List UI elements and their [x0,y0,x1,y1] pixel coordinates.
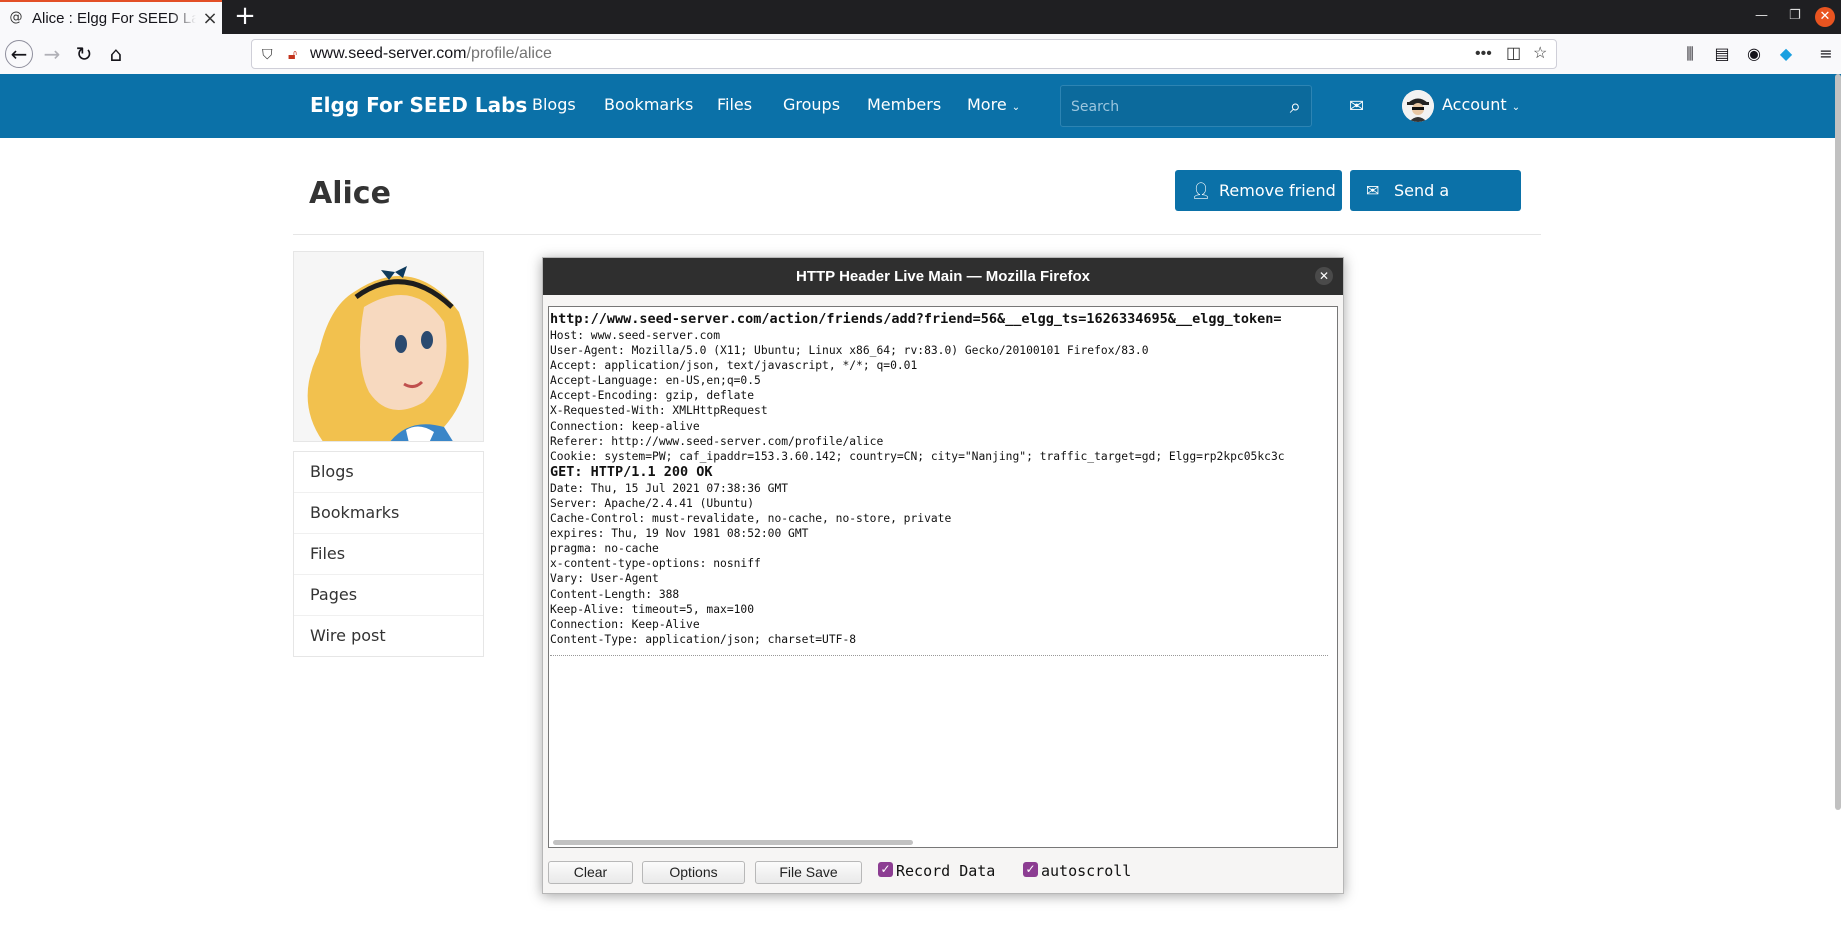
pocket-icon[interactable]: ◫ [1506,40,1521,68]
response-header-line: Server: Apache/2.4.41 (Ubuntu) [550,496,755,510]
owner-menu-files[interactable]: Files [294,534,483,575]
request-header-line: Accept-Language: en-US,en;q=0.5 [550,374,761,388]
response-header-line: x-content-type-options: nosniff [550,557,761,571]
chevron-down-icon: ⌄ [1011,102,1021,113]
horizontal-scrollbar[interactable] [553,840,913,845]
tracking-shield-icon[interactable]: ⛉ [262,40,273,68]
request-headers: Host: www.seed-server.com User-Agent: Moz… [550,328,1337,464]
browser-tab-active[interactable]: @ Alice : Elgg For SEED Labs × [0,0,222,34]
reload-button[interactable]: ↻ [70,40,98,68]
page-actions-menu-icon[interactable]: ••• [1475,40,1492,68]
autoscroll-label: autoscroll [1041,862,1132,880]
home-button[interactable]: ⌂ [102,40,130,68]
response-header-line: Vary: User-Agent [550,572,659,586]
search-form: ⌕ [1060,85,1312,127]
request-header-line: Connection: keep-alive [550,419,700,433]
response-header-line: Content-Length: 388 [550,587,680,601]
back-button[interactable]: ← [5,40,33,68]
request-header-line: Host: www.seed-server.com [550,329,721,342]
record-data-label: Record Data [896,862,996,880]
site-topbar: Elgg For SEED Labs Blogs Bookmarks Files… [0,74,1841,138]
close-window-button[interactable]: ✕ [1815,7,1835,27]
forward-button[interactable]: → [38,40,66,68]
account-menu[interactable]: Account ⌄ [1442,95,1520,114]
remove-friend-button[interactable]: 👤︎ Remove friend [1175,170,1342,211]
new-tab-button[interactable]: + [230,2,260,32]
extension-icon[interactable]: ◆ [1773,40,1799,68]
user-remove-icon: 👤︎ [1191,181,1212,200]
clear-button[interactable]: Clear [548,861,633,884]
minimize-window-icon[interactable]: — [1755,8,1768,23]
account-avatar[interactable] [1402,90,1434,122]
owner-menu-blogs[interactable]: Blogs [294,452,483,493]
owner-menu-wire-post[interactable]: Wire post [294,616,483,656]
tab-title: Alice : Elgg For SEED Labs [32,9,196,27]
request-url: http://www.seed-server.com/action/friend… [550,311,1282,327]
http-header-live-window: HTTP Header Live Main — Mozilla Firefox … [542,257,1344,894]
elgg-favicon-icon: @ [9,10,23,25]
response-header-line: Connection: Keep-Alive [550,617,700,631]
hamburger-menu-icon[interactable]: ≡ [1813,40,1839,68]
sidebar-icon[interactable]: ▤ [1709,40,1735,68]
menu-bookmarks[interactable]: Bookmarks [604,95,693,114]
browser-toolbar: ← → ↻ ⌂ ⛉ 🔓︎ www.seed-server.com/profile… [0,34,1841,75]
response-header-line: Content-Type: application/json; charset=… [550,632,857,646]
menu-members[interactable]: Members [867,95,941,114]
send-message-button[interactable]: ✉ Send a message [1350,170,1521,241]
response-header-line: pragma: no-cache [550,542,659,556]
menu-files[interactable]: Files [717,95,752,114]
insecure-connection-icon[interactable]: 🔓︎ [288,40,297,68]
record-data-checkbox[interactable]: ✓ [878,862,893,877]
popup-title-bar[interactable]: HTTP Header Live Main — Mozilla Firefox [543,258,1343,295]
response-header-line: Date: Thu, 15 Jul 2021 07:38:36 GMT [550,481,789,495]
owner-menu-bookmarks[interactable]: Bookmarks [294,493,483,534]
response-headers: Date: Thu, 15 Jul 2021 07:38:36 GMT Serve… [550,481,1337,647]
response-header-line: expires: Thu, 19 Nov 1981 08:52:00 GMT [550,527,809,541]
file-save-button[interactable]: File Save [755,861,862,884]
header-log-panel[interactable]: http://www.seed-server.com/action/friend… [548,306,1338,848]
library-icon[interactable]: ⫼ [1677,40,1703,68]
chevron-down-icon: ⌄ [1511,102,1521,113]
site-name-link[interactable]: Elgg For SEED Labs [310,93,527,117]
header-divider [293,234,1541,235]
owner-block-menu: Blogs Bookmarks Files Pages Wire post [293,451,484,657]
messages-envelope-icon[interactable]: ✉ [1349,96,1364,117]
envelope-icon: ✉ [1366,181,1380,200]
request-header-line: X-Requested-With: XMLHttpRequest [550,404,768,418]
owner-menu-pages[interactable]: Pages [294,575,483,616]
account-circle-icon[interactable]: ◉ [1741,40,1767,68]
bookmark-star-icon[interactable]: ☆ [1533,40,1547,68]
request-header-line: User-Agent: Mozilla/5.0 (X11; Ubuntu; Li… [550,344,1149,358]
restore-window-icon[interactable]: ❐ [1789,8,1801,23]
menu-more[interactable]: More ⌄ [967,95,1020,114]
page-title: Alice [309,176,391,211]
response-header-line: Cache-Control: must-revalidate, no-cache… [550,512,952,526]
request-header-line: Accept: application/json, text/javascrip… [550,359,918,373]
search-input[interactable] [1069,95,1273,119]
entry-separator [550,654,1328,656]
menu-groups[interactable]: Groups [783,95,840,114]
close-tab-icon[interactable]: × [200,8,220,29]
address-bar[interactable]: ⛉ 🔓︎ www.seed-server.com/profile/alice •… [251,39,1557,69]
autoscroll-checkbox[interactable]: ✓ [1023,862,1038,877]
tab-strip: @ Alice : Elgg For SEED Labs × + — ❐ ✕ [0,0,1841,34]
profile-avatar-image[interactable] [293,251,484,442]
options-button[interactable]: Options [642,861,745,884]
response-status: GET: HTTP/1.1 200 OK [550,463,713,480]
popup-close-button[interactable]: ✕ [1315,267,1333,285]
search-icon[interactable]: ⌕ [1290,94,1301,118]
request-header-line: Accept-Encoding: gzip, deflate [550,389,755,403]
url-text[interactable]: www.seed-server.com/profile/alice [310,40,552,68]
page-scrollbar[interactable] [1835,74,1841,810]
request-header-line: Referer: http://www.seed-server.com/prof… [550,434,884,448]
response-header-line: Keep-Alive: timeout=5, max=100 [550,602,755,616]
menu-blogs[interactable]: Blogs [532,95,576,114]
request-header-line: Cookie: system=PW; caf_ipaddr=153.3.60.1… [550,449,1285,463]
